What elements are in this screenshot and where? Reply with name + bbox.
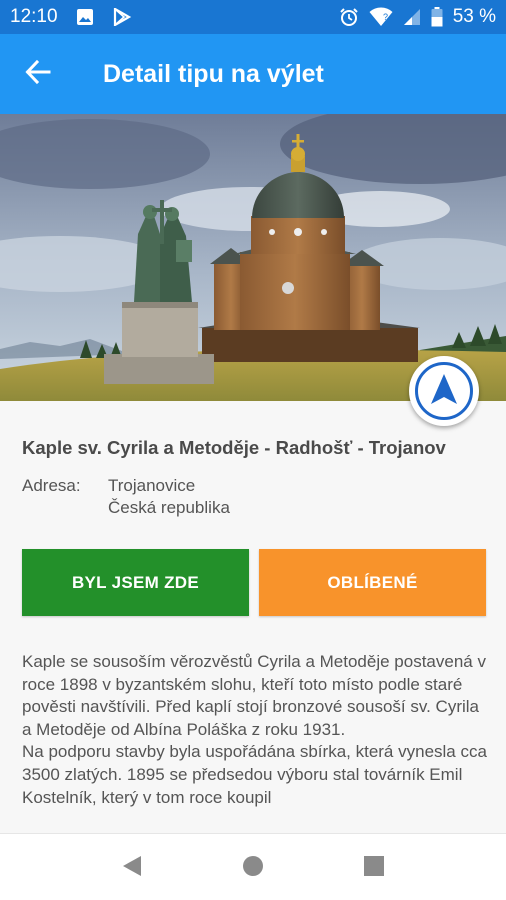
description-paragraph: Na podporu stavby byla uspořádána sbírka… [22,742,487,807]
place-title: Kaple sv. Cyrila a Metoděje - Radhošť - … [22,437,446,458]
navigate-button-ring [415,362,473,420]
visited-button[interactable]: BYL JSEM ZDE [22,549,249,616]
alarm-icon [339,7,359,27]
status-time: 12:10 [10,6,58,27]
system-nav-bar [0,833,506,900]
description-paragraph: Kaple se sousoším věrozvěstů Cyrila a Me… [22,652,486,739]
navigate-button[interactable] [409,356,479,426]
status-bar: 12:10 ? 53 % [0,0,506,34]
play-store-icon [112,8,132,26]
battery-percent: 53 % [452,6,496,27]
signal-icon [403,8,421,26]
home-circle-icon [242,855,264,882]
detail-content: Kaple sv. Cyrila a Metoděje - Radhošť - … [0,401,506,833]
description: Kaple se sousoším věrozvěstů Cyrila a Me… [22,651,492,809]
back-triangle-icon [121,854,143,883]
arrow-left-icon [25,59,51,90]
system-recents-button[interactable] [360,854,388,882]
address-country: Česká republika [108,498,230,517]
system-back-button[interactable] [118,854,146,882]
address-city: Trojanovice [108,476,196,495]
navigation-arrow-icon [430,373,458,410]
favorite-button[interactable]: OBLÍBENÉ [259,549,486,616]
page-title: Detail tipu na výlet [103,59,324,88]
wifi-icon: ? [369,7,393,27]
battery-icon [431,7,443,27]
svg-text:?: ? [383,12,388,22]
back-button[interactable] [0,34,76,114]
app-bar: Detail tipu na výlet [0,34,506,114]
system-home-button[interactable] [239,854,267,882]
image-icon [76,8,94,26]
recents-square-icon [363,855,385,882]
address-label: Adresa: [22,476,81,495]
